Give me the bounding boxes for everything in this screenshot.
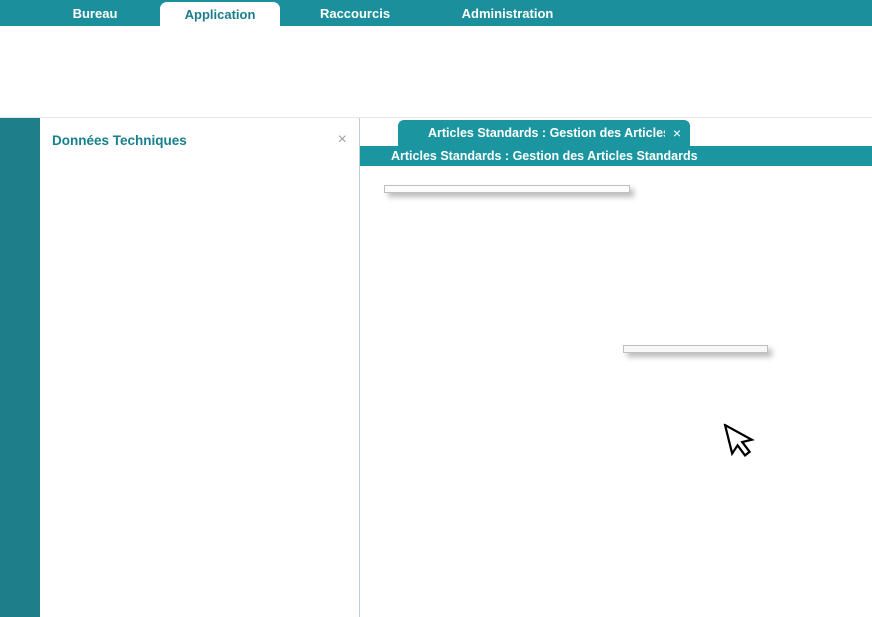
sidebar-title: Données Techniques <box>52 133 338 148</box>
context-menu <box>384 185 630 193</box>
grid-body <box>360 185 872 617</box>
ribbon-tab-bureau[interactable]: Bureau <box>30 0 160 26</box>
binoculars-icon <box>368 149 382 163</box>
navigation-sidebar: Données Techniques × <box>40 118 360 617</box>
home-tab-button[interactable] <box>368 123 390 141</box>
tab-close-icon[interactable]: × <box>673 125 681 141</box>
document-tab[interactable]: Articles Standards : Gestion des Article… <box>398 120 690 146</box>
document-titlebar: Articles Standards : Gestion des Article… <box>360 146 872 166</box>
ribbon-tab-application[interactable]: Application <box>160 2 280 26</box>
document-tab-title: Articles Standards : Gestion des Article… <box>428 126 665 140</box>
sidebar-header: Données Techniques × <box>40 118 359 162</box>
context-submenu <box>623 345 768 353</box>
grid-header-row <box>360 166 872 185</box>
ribbon-tab-raccourcis[interactable]: Raccourcis <box>280 0 430 26</box>
ribbon-tab-bar: BureauApplicationRaccourcisAdministratio… <box>0 0 872 26</box>
ribbon-toolbar <box>0 26 872 118</box>
sidebar-close-icon[interactable]: × <box>338 131 347 149</box>
ribbon-tab-administration[interactable]: Administration <box>430 0 585 26</box>
binoculars-icon <box>407 126 421 140</box>
document-title: Articles Standards : Gestion des Article… <box>391 149 698 163</box>
toolbar-group-edition <box>0 26 383 117</box>
document-tabstrip: Articles Standards : Gestion des Article… <box>360 118 872 146</box>
icon-rail <box>0 118 40 617</box>
topbar-spacer <box>0 0 30 26</box>
